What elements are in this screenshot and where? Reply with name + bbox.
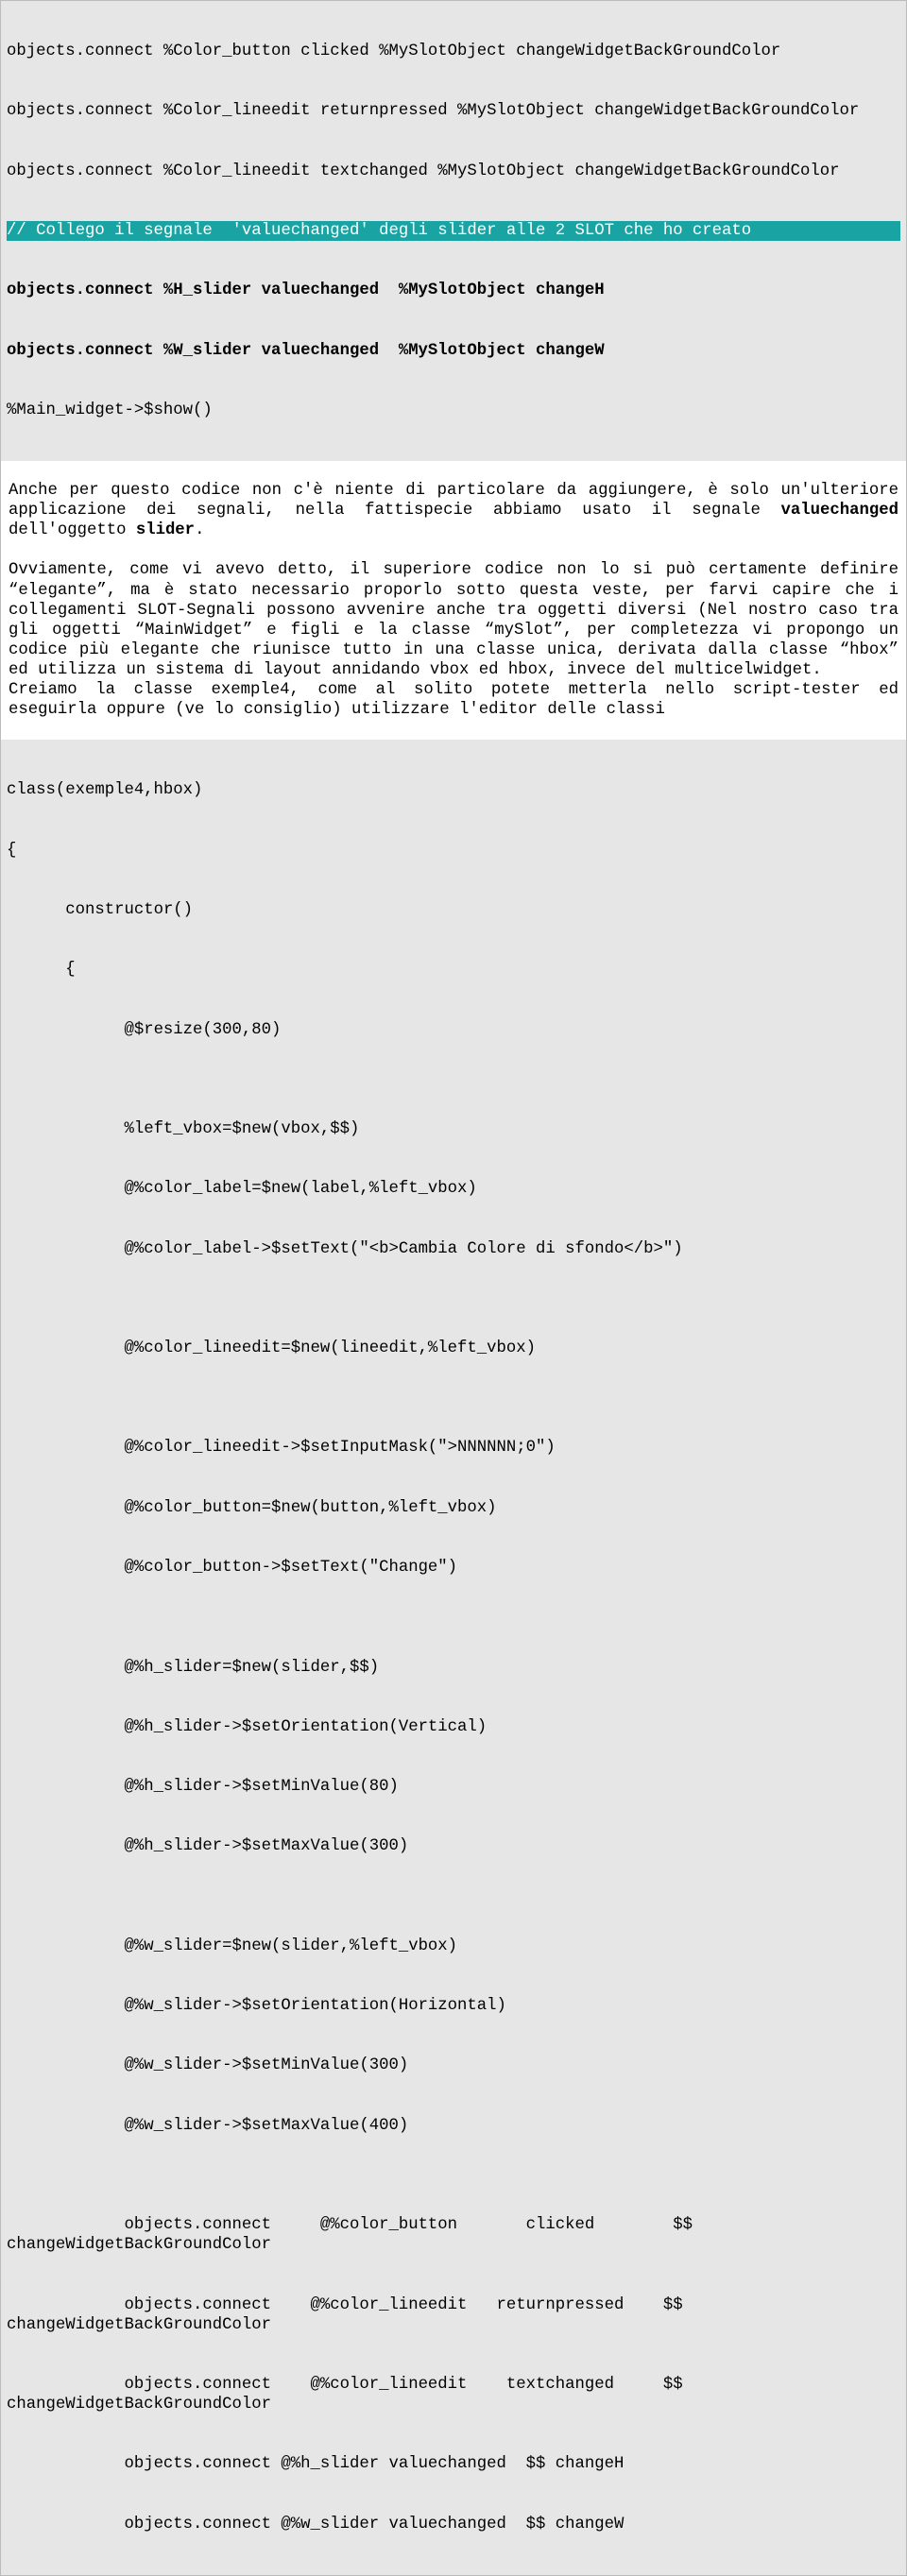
prose-paragraph-2: Ovviamente, come vi avevo detto, il supe… [1, 560, 906, 680]
code-line: objects.connect %Color_button clicked %M… [7, 42, 900, 61]
code-line: @%w_slider=$new(slider,%left_vbox) [7, 1936, 900, 1956]
code-line: objects.connect %Color_lineedit returnpr… [7, 101, 900, 121]
code-line: @%w_slider->$setMaxValue(400) [7, 2116, 900, 2136]
prose-paragraph-3: Creiamo la classe exemple4, come al soli… [1, 680, 906, 720]
code-line: @%color_label->$setText("<b>Cambia Color… [7, 1239, 900, 1259]
code-line: @%w_slider->$setMinValue(300) [7, 2056, 900, 2075]
code-line: objects.connect @%h_slider valuechanged … [7, 2454, 900, 2474]
prose-paragraph-1: Anche per questo codice non c'è niente d… [1, 481, 906, 540]
code-line-bold: objects.connect %W_slider valuechanged %… [7, 341, 900, 361]
code-line: @%color_label=$new(label,%left_vbox) [7, 1179, 900, 1199]
text: Anche per questo codice non c'è niente d… [9, 482, 907, 520]
code-line: @%color_button->$setText("Change") [7, 1558, 900, 1578]
code-line: objects.connect @%color_lineedit returnp… [7, 2295, 900, 2335]
code-line: @%h_slider->$setOrientation(Vertical) [7, 1717, 900, 1737]
top-code-block: objects.connect %Color_button clicked %M… [1, 1, 906, 461]
text: . [195, 521, 204, 539]
code-line: objects.connect @%color_lineedit textcha… [7, 2375, 900, 2414]
code-line: %left_vbox=$new(vbox,$$) [7, 1119, 900, 1139]
code-line: @%h_slider->$setMinValue(80) [7, 1777, 900, 1797]
code-line-bold: objects.connect %H_slider valuechanged %… [7, 281, 900, 300]
spacer [1, 461, 906, 481]
code-line: constructor() [7, 900, 900, 920]
highlighted-comment: // Collego il segnale 'valuechanged' deg… [7, 221, 900, 241]
code-line: @%h_slider->$setMaxValue(300) [7, 1836, 900, 1856]
code-line: { [7, 960, 900, 980]
code-line: objects.connect @%color_button clicked $… [7, 2215, 900, 2255]
spacer [1, 720, 906, 740]
code-line: @$resize(300,80) [7, 1020, 900, 1040]
code-line: @%color_button=$new(button,%left_vbox) [7, 1498, 900, 1518]
code-line: objects.connect %Color_lineedit textchan… [7, 162, 900, 181]
code-line: objects.connect @%w_slider valuechanged … [7, 2515, 900, 2534]
bottom-code-block: class(exemple4,hbox) { constructor() { @… [1, 740, 906, 2575]
bold-term-slider: slider [136, 521, 195, 539]
code-line: @%color_lineedit=$new(lineedit,%left_vbo… [7, 1339, 900, 1358]
code-line: @%w_slider->$setOrientation(Horizontal) [7, 1996, 900, 2016]
code-line: @%h_slider=$new(slider,$$) [7, 1658, 900, 1678]
code-line: @%color_lineedit->$setInputMask(">NNNNNN… [7, 1438, 900, 1458]
spacer [1, 540, 906, 560]
code-line: { [7, 841, 900, 861]
document-page: objects.connect %Color_button clicked %M… [0, 0, 907, 2576]
code-line: %Main_widget->$show() [7, 401, 900, 420]
bold-term-valuechanged: valuechanged [781, 502, 898, 520]
code-line: class(exemple4,hbox) [7, 780, 900, 800]
